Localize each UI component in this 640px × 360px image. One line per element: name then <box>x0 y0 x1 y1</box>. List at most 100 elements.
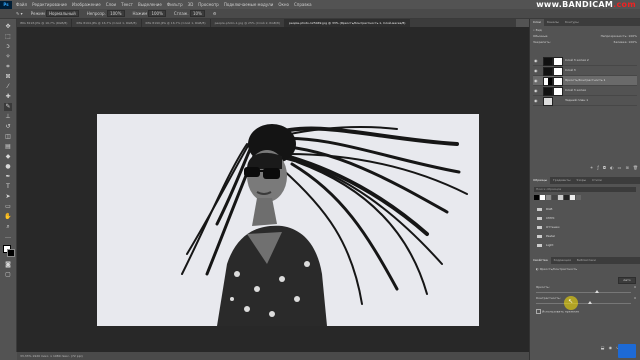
history-brush-icon[interactable]: ↺ <box>4 123 12 131</box>
swatch[interactable] <box>576 195 581 200</box>
tab-libraries[interactable]: Библиотеки <box>574 257 599 264</box>
swatch[interactable] <box>540 195 545 200</box>
contrast-slider-knob[interactable] <box>588 301 593 304</box>
healing-brush-icon[interactable]: ✚ <box>4 93 12 101</box>
eye-icon[interactable]: ◉ <box>534 86 538 95</box>
layer-row[interactable]: ◉ Слой 3 копия 2 <box>533 56 637 66</box>
clip-icon[interactable]: ⬓ <box>601 345 605 350</box>
tab-paths[interactable]: Контуры <box>562 19 582 26</box>
auto-button[interactable]: Авто <box>618 277 636 284</box>
menu-file[interactable]: Файл <box>16 2 27 7</box>
mask-icon[interactable]: ◘ <box>603 165 606 170</box>
doc-tab[interactable]: IMG 8190.JPG @ 16,7% (Слой 1, RGB/8) <box>142 19 211 27</box>
tab-swatches[interactable]: Образцы <box>530 177 550 184</box>
doc-tab[interactable]: people-photo-1.jpg @ 25% (Слой 2, RGB/8) <box>211 19 285 27</box>
tab-styles[interactable]: Стили <box>589 177 605 184</box>
layer-row[interactable]: ◉ Слой 3 копия <box>533 86 637 96</box>
zoom-tool-icon[interactable]: ⌕ <box>4 223 12 231</box>
gradient-icon[interactable]: ▤ <box>4 143 12 151</box>
brush-preset-icon[interactable]: ✎ ▾ <box>16 11 23 16</box>
swatch[interactable] <box>546 195 551 200</box>
tab-patterns[interactable]: Узоры <box>574 177 590 184</box>
marquee-tool-icon[interactable]: ⬚ <box>4 33 12 41</box>
new-layer-icon[interactable]: ⊞ <box>625 165 628 170</box>
eyedropper-icon[interactable]: ⁄ <box>4 83 12 91</box>
menu-3d[interactable]: 3D <box>188 2 194 7</box>
kind-filter[interactable]: Вид <box>536 28 542 32</box>
quick-mask-icon[interactable]: ◙ <box>4 261 12 269</box>
smoothing-field[interactable]: 10% <box>189 10 205 17</box>
swatch-folder[interactable]: Оттенки <box>537 223 632 231</box>
fill-field[interactable]: 100% <box>628 40 637 44</box>
layer-row[interactable]: ◉ Слой 3 <box>533 66 637 76</box>
adjustment-layer-icon[interactable]: ◐ <box>610 165 614 170</box>
layer-row-selected[interactable]: ◉ Яркость/Контрастность 1 <box>533 76 637 86</box>
app-logo[interactable]: Ps <box>0 0 12 9</box>
menu-layers[interactable]: Слои <box>106 2 116 7</box>
more-tools-icon[interactable]: … <box>4 233 12 241</box>
doc-tab[interactable]: IMG 8194.JPG @ 16,7% (Слой 1, RGB/8) <box>72 19 142 27</box>
type-tool-icon[interactable]: T <box>4 183 12 191</box>
mode-select[interactable]: Нормальный <box>46 10 79 17</box>
tab-properties[interactable]: Свойства <box>530 257 551 264</box>
blend-mode-select[interactable]: Обычные <box>533 34 548 39</box>
swatch-folder[interactable]: Pastel <box>537 232 632 240</box>
swatch[interactable] <box>564 195 569 200</box>
menu-image[interactable]: Изображение <box>72 2 101 7</box>
swatch[interactable] <box>558 195 563 200</box>
contrast-value[interactable]: 0 <box>634 296 636 301</box>
swatch-search-input[interactable]: Поиск образцов <box>534 187 636 192</box>
folder-icon[interactable]: ▭ <box>618 165 622 170</box>
contrast-slider-track[interactable] <box>536 301 631 304</box>
brightness-slider-knob[interactable] <box>594 290 599 293</box>
doc-tab[interactable]: IMG 8193.JPG @ 16,7% (RGB/8) <box>16 19 73 27</box>
tab-channels[interactable]: Каналы <box>544 19 562 26</box>
background-color-swatch[interactable] <box>7 249 15 257</box>
link-icon[interactable]: ⚭ <box>590 165 593 170</box>
menu-view[interactable]: Просмотр <box>198 2 219 7</box>
opacity-field[interactable]: 100% <box>107 10 125 17</box>
brightness-value[interactable]: 0 <box>634 285 636 290</box>
canvas-photo[interactable] <box>97 114 479 326</box>
brightness-slider-track[interactable] <box>536 290 631 293</box>
lasso-tool-icon[interactable]: ↄ <box>4 43 12 51</box>
fx-icon[interactable]: ƒ <box>597 165 598 170</box>
blur-tool-icon[interactable]: ◆ <box>4 153 12 161</box>
menu-help[interactable]: Справка <box>294 2 312 7</box>
trash-icon[interactable]: 🗑 <box>633 165 638 170</box>
swatch-folder[interactable]: CMYK <box>537 214 632 222</box>
tab-adjustments[interactable]: Коррекция <box>551 257 574 264</box>
search-icon[interactable]: ⌕ <box>533 28 535 32</box>
swatch[interactable] <box>570 195 575 200</box>
eye-icon[interactable]: ◉ <box>534 76 538 85</box>
move-tool-icon[interactable]: ✥ <box>4 23 12 31</box>
workspace[interactable] <box>17 27 529 352</box>
swatch[interactable] <box>552 195 557 200</box>
layer-opacity-field[interactable]: 100% <box>628 34 637 38</box>
menu-plugins[interactable]: Подключаемые модули <box>224 2 274 7</box>
clone-stamp-icon[interactable]: ⊥ <box>4 113 12 121</box>
pen-tool-icon[interactable]: ✒ <box>4 173 12 181</box>
flow-field[interactable]: 100% <box>148 10 166 17</box>
eraser-icon[interactable]: ◫ <box>4 133 12 141</box>
menu-filter[interactable]: Фильтр <box>167 2 183 7</box>
eye-icon[interactable]: ◉ <box>534 96 538 105</box>
shape-tool-icon[interactable]: ▭ <box>4 203 12 211</box>
hand-tool-icon[interactable]: ✋ <box>4 213 12 221</box>
frame-tool-icon[interactable]: ⊠ <box>4 73 12 81</box>
swatch[interactable] <box>534 195 539 200</box>
menu-edit[interactable]: Редактирование <box>32 2 67 7</box>
crop-tool-icon[interactable]: ⌗ <box>4 63 12 71</box>
tab-layers[interactable]: Слои <box>530 19 544 26</box>
legacy-checkbox[interactable] <box>536 309 541 314</box>
taskbar-app-icon[interactable] <box>618 344 636 358</box>
menu-select[interactable]: Выделение <box>138 2 162 7</box>
doc-tab-active[interactable]: people-photo-125049.jpg @ 33% (Яркость/К… <box>284 19 411 27</box>
gear-icon[interactable]: ⚙ <box>213 11 217 16</box>
eye-icon[interactable]: ◉ <box>534 56 538 65</box>
dodge-tool-icon[interactable]: ● <box>4 163 12 171</box>
menu-type[interactable]: Текст <box>121 2 133 7</box>
brush-tool-icon[interactable]: ✎ <box>4 103 12 111</box>
swatch-folder[interactable]: RGB <box>537 205 632 213</box>
swatch-folder[interactable]: Light <box>537 241 632 249</box>
